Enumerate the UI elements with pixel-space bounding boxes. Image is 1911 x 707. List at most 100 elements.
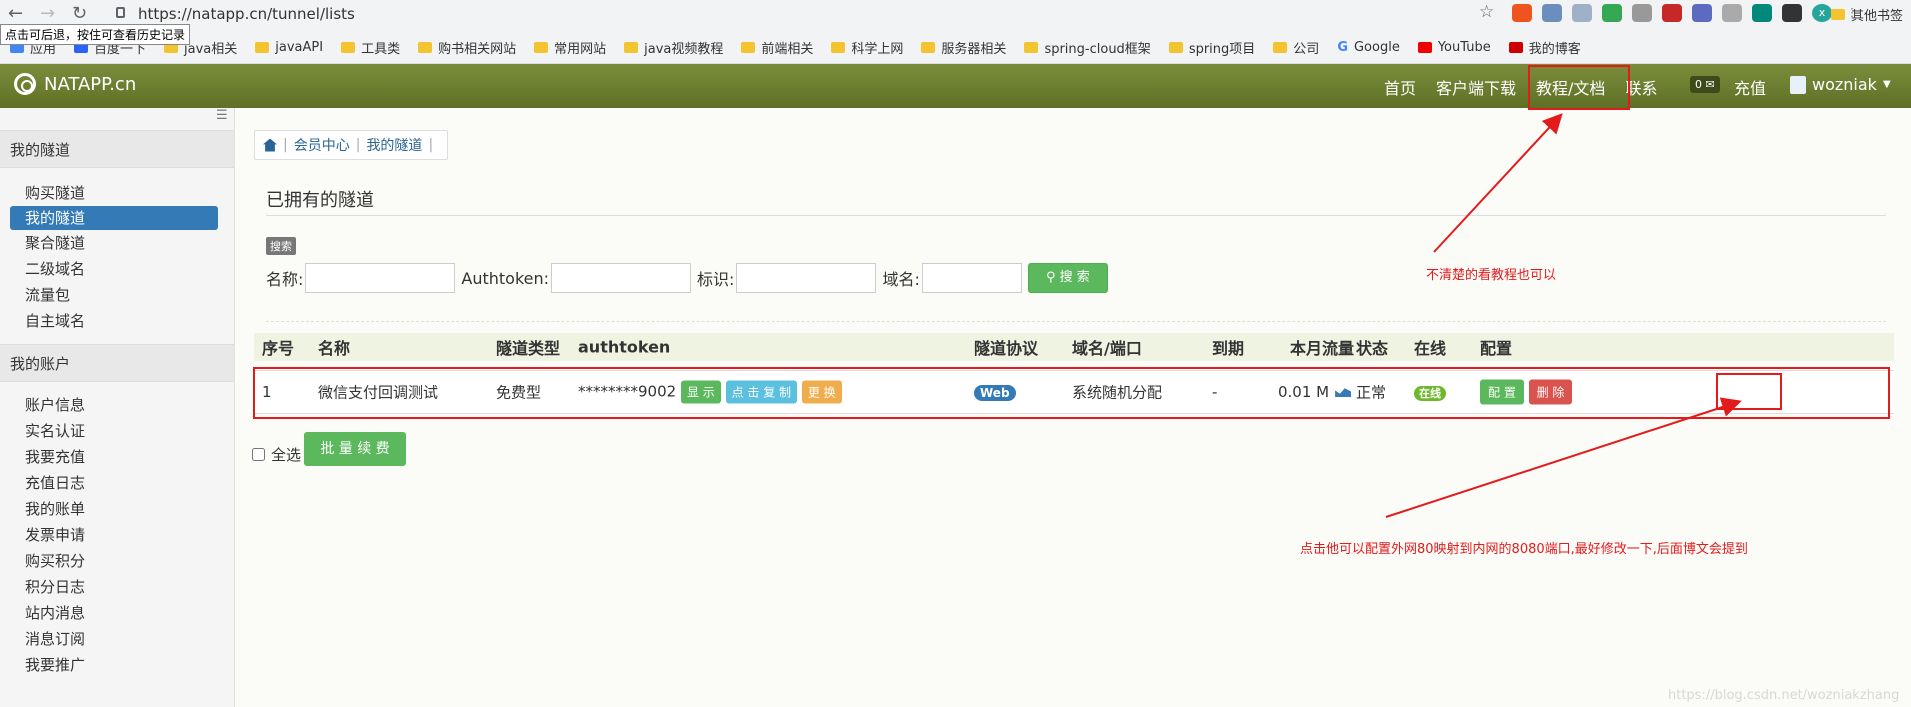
sidebar-item-subscribe[interactable]: 消息订阅 [0, 626, 234, 652]
folder-icon [624, 41, 639, 53]
col-traffic: 本月流量 [1290, 339, 1355, 358]
col-domain: 域名/端口 [1072, 339, 1142, 358]
extension-icon[interactable] [1542, 4, 1562, 22]
extensions-bar: x ⋮ [1512, 4, 1862, 22]
sidebar-item-promote[interactable]: 我要推广 [0, 652, 234, 678]
bookmark-star-icon[interactable]: ☆ [1479, 2, 1494, 22]
nav-home[interactable]: 首页 [1384, 75, 1416, 99]
nav-contact[interactable]: 联系 [1625, 75, 1657, 99]
col-type: 隧道类型 [496, 339, 561, 358]
folder-icon [1273, 41, 1288, 53]
home-icon[interactable] [263, 138, 277, 152]
download-icon[interactable] [1752, 4, 1772, 22]
sidebar-item-recharge[interactable]: 我要充值 [0, 444, 234, 470]
recycle-icon[interactable] [1632, 4, 1652, 22]
select-all: 全选 [252, 444, 301, 465]
bookmark-folder[interactable]: 前端相关 [741, 38, 813, 57]
authtoken-input[interactable] [551, 263, 692, 293]
id-input[interactable] [736, 263, 877, 293]
sidebar-item-subdomain[interactable]: 二级域名 [0, 256, 234, 282]
sidebar-item-bills[interactable]: 我的账单 [0, 496, 234, 522]
bookmark-folder[interactable]: javaAPI [255, 40, 323, 55]
forward-arrow-icon[interactable]: → [40, 3, 55, 24]
divider [266, 321, 1886, 322]
bookmark-folder[interactable]: java视频教程 [624, 38, 723, 57]
bookmark-item[interactable]: YouTube [1417, 40, 1491, 55]
sidebar-item-my-tunnels[interactable]: 我的隧道 [10, 206, 218, 230]
youtube-icon [1417, 41, 1432, 53]
sidebar-item-buy-points[interactable]: 购买积分 [0, 548, 234, 574]
sidebar-item-messages[interactable]: 站内消息 [0, 600, 234, 626]
bookmark-folder[interactable]: 常用网站 [534, 38, 606, 57]
sidebar-item-account-info[interactable]: 账户信息 [0, 392, 234, 418]
back-arrow-icon[interactable]: ← [8, 3, 23, 24]
logo-icon [14, 73, 36, 95]
sidebar-item-aggregate[interactable]: 聚合隧道 [0, 230, 234, 256]
nav-client-download[interactable]: 客户端下载 [1436, 75, 1516, 99]
batch-renew-button[interactable]: 批 量 续 费 [304, 432, 406, 466]
col-status: 状态 [1356, 339, 1389, 358]
user-menu[interactable]: wozniak ▼ [1790, 75, 1891, 94]
bookmarks-bar: 应用 百度一下 java相关 javaAPI 工具类 购书相关网站 常用网站 j… [0, 34, 1911, 60]
sidebar-toggle-icon[interactable]: ☰ [216, 108, 230, 123]
sidebar-item-buy-tunnel[interactable]: 购买隧道 [0, 180, 234, 206]
bookmark-folder[interactable]: 工具类 [341, 38, 400, 57]
google-icon: G [1337, 39, 1348, 55]
sidebar-header-tunnels: 我的隧道 [0, 130, 234, 168]
recharge-link[interactable]: 充值 [1734, 75, 1766, 99]
reload-icon[interactable]: ↻ [72, 3, 87, 24]
extension-icon[interactable] [1782, 4, 1802, 22]
bookmark-folder[interactable]: spring项目 [1168, 38, 1255, 57]
bookmark-item[interactable]: 我的博客 [1508, 38, 1581, 57]
back-tooltip: 点击可后退，按住可查看历史记录 [0, 24, 191, 45]
search-button[interactable]: ⚲ 搜 索 [1027, 263, 1108, 293]
sidebar-item-invoice[interactable]: 发票申请 [0, 522, 234, 548]
breadcrumb-my-tunnels[interactable]: 我的隧道 [366, 135, 422, 155]
domain-label: 域名: [882, 270, 920, 289]
folder-icon [341, 41, 356, 53]
browser-chrome: ← → ↻ https://natapp.cn/tunnel/lists ☆ x… [0, 0, 1911, 64]
sidebar-item-recharge-log[interactable]: 充值日志 [0, 470, 234, 496]
extension-icon[interactable] [1662, 4, 1682, 22]
sidebar-item-points-log[interactable]: 积分日志 [0, 574, 234, 600]
bookmark-folder[interactable]: 公司 [1273, 38, 1319, 57]
col-online: 在线 [1414, 339, 1447, 358]
sidebar-item-traffic[interactable]: 流量包 [0, 282, 234, 308]
bookmark-folder[interactable]: 服务器相关 [921, 38, 1006, 57]
bookmark-folder[interactable]: 科学上网 [831, 38, 903, 57]
search-form: 名称: Authtoken: 标识: 域名: ⚲ 搜 索 [266, 263, 1108, 293]
search-label: 搜索 [266, 237, 296, 255]
col-config: 配置 [1480, 339, 1513, 358]
shield-icon[interactable] [1602, 4, 1622, 22]
extension-icon[interactable] [1722, 4, 1742, 22]
folder-icon [831, 41, 846, 53]
sidebar-item-custom-domain[interactable]: 自主域名 [0, 308, 234, 334]
bookmark-folder[interactable]: spring-cloud框架 [1024, 38, 1151, 57]
sidebar-item-verify[interactable]: 实名认证 [0, 418, 234, 444]
message-badge[interactable]: 0 ✉ [1690, 76, 1720, 93]
site-logo[interactable]: NATAPP.cn [14, 73, 136, 95]
breadcrumb-member-center[interactable]: 会员中心 [294, 135, 350, 155]
name-label: 名称: [266, 270, 304, 289]
extension-icon[interactable] [1512, 4, 1532, 22]
divider [266, 215, 1886, 216]
col-protocol: 隧道协议 [974, 339, 1039, 358]
col-expire: 到期 [1212, 339, 1245, 358]
user-icon [1790, 75, 1806, 94]
id-label: 标识: [697, 270, 735, 289]
name-input[interactable] [305, 263, 456, 293]
bookmark-item[interactable]: G Google [1337, 40, 1400, 55]
csdn-icon [1508, 41, 1523, 53]
folder-icon [921, 41, 936, 53]
domain-input[interactable] [921, 263, 1022, 293]
select-all-checkbox[interactable] [252, 448, 265, 461]
annotation-box-row [253, 367, 1890, 419]
other-bookmarks[interactable]: 其他书签 [1830, 5, 1903, 24]
address-bar[interactable]: https://natapp.cn/tunnel/lists [118, 2, 355, 26]
folder-icon [255, 41, 270, 53]
extension-icon[interactable] [1572, 4, 1592, 22]
bookmark-folder[interactable]: 购书相关网站 [418, 38, 516, 57]
extension-icon[interactable] [1692, 4, 1712, 22]
avatar[interactable]: x [1812, 4, 1832, 22]
table-header: 序号 名称 隧道类型 authtoken 隧道协议 域名/端口 到期 本月流量 … [254, 333, 1894, 361]
